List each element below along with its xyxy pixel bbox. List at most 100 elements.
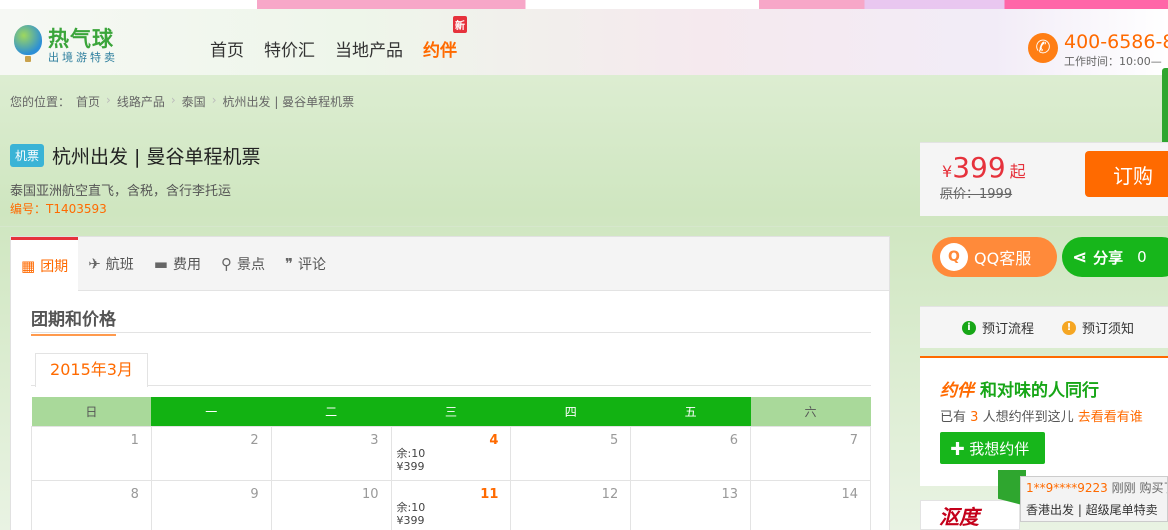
seats-remaining: 余:10 xyxy=(396,446,426,460)
divider xyxy=(0,226,1168,227)
weekday-header: 四 xyxy=(510,397,631,426)
plus-icon: ✚ xyxy=(950,440,966,458)
calendar-day: 13 xyxy=(630,479,752,530)
purchase-line: 1**9****9223 刚刚 购买了 xyxy=(1026,477,1167,499)
nav-item-home[interactable]: 首页 xyxy=(210,36,244,61)
wallet-icon: ▬ xyxy=(153,255,168,273)
warning-icon: ! xyxy=(1062,320,1077,335)
weekday-header: 五 xyxy=(630,397,751,426)
calendar-day: 9 xyxy=(150,479,272,530)
work-time: 工作时间：10:00— xyxy=(1064,55,1162,68)
product-title: 杭州出发 | 曼谷单程机票 xyxy=(52,146,261,168)
day-info: 余:10 ¥399 xyxy=(397,501,426,527)
penguin-icon: Q xyxy=(940,243,968,271)
booking-notice-bar: i 预订流程 ! 预订须知 xyxy=(920,306,1168,348)
chevron-right-icon: › xyxy=(211,93,217,107)
see-who-link[interactable]: 去看看有谁 xyxy=(1078,410,1143,425)
qq-service-label: QQ客服 xyxy=(974,249,1032,268)
yueban-box: 约伴 和对味的人同行 已有 3 人想约伴到这儿 去看看有谁 ✚ 我想约伴 xyxy=(920,356,1168,486)
breadcrumb-thailand[interactable]: 泰国 xyxy=(182,93,206,110)
booking-notes-link[interactable]: ! 预订须知 xyxy=(1062,318,1134,337)
tab-flight-label: 航班 xyxy=(105,257,134,273)
new-badge: 新 xyxy=(453,16,467,33)
logo[interactable]: 热气球 出境游特卖 xyxy=(12,23,142,73)
tab-attractions-label: 景点 xyxy=(236,257,265,273)
day-number: 2 xyxy=(250,432,259,448)
ad-thumbnail[interactable]: 沤度 xyxy=(920,500,1020,530)
yueban-line: 已有 3 人想约伴到这儿 去看看有谁 xyxy=(940,406,1143,425)
detail-tabs: ▦ 团期 ✈ 航班 ▬ 费用 ⚲ 景点 ❞ 评论 xyxy=(11,237,889,291)
calendar-day-available[interactable]: 11 余:10 ¥399 xyxy=(390,479,512,530)
buy-button[interactable]: 订购 xyxy=(1085,151,1168,197)
join-yueban-button[interactable]: ✚ 我想约伴 xyxy=(940,432,1045,464)
calendar-day: 2 xyxy=(150,425,272,481)
calendar-day: 14 xyxy=(750,479,871,530)
weekday-header: 日 xyxy=(31,397,152,426)
calendar-week-row: 1 2 3 4 余:10 ¥399 5 6 7 xyxy=(31,425,871,481)
nav-item-deals[interactable]: 特价汇 xyxy=(264,36,315,61)
price-currency: ¥ xyxy=(942,162,953,181)
booking-notes-label: 预订须知 xyxy=(1082,322,1135,337)
tab-reviews-label: 评论 xyxy=(298,257,327,273)
recent-purchase-notice[interactable]: 1**9****9223 刚刚 购买了 香港出发 | 超级尾单特卖 xyxy=(1020,476,1168,522)
day-price: ¥399 xyxy=(396,459,425,473)
location-pin-icon: ⚲ xyxy=(220,255,232,273)
nav-item-yueban-label: 约伴 xyxy=(423,41,457,61)
plane-icon: ✈ xyxy=(88,255,101,273)
tab-attractions[interactable]: ⚲ 景点 xyxy=(211,237,275,291)
day-number: 4 xyxy=(489,432,499,448)
original-price: 原价：1999 xyxy=(940,187,1013,202)
tab-schedule[interactable]: ▦ 团期 xyxy=(11,237,79,291)
calendar-weekday-row: 日 一 二 三 四 五 六 xyxy=(31,397,871,426)
tab-reviews[interactable]: ❞ 评论 xyxy=(275,237,336,291)
tab-schedule-label: 团期 xyxy=(40,258,69,275)
day-number: 14 xyxy=(841,486,858,502)
calendar-day: 10 xyxy=(270,479,392,530)
weekday-header: 三 xyxy=(391,397,511,426)
day-number: 1 xyxy=(130,432,139,448)
breadcrumb-home[interactable]: 首页 xyxy=(76,93,100,110)
chevron-right-icon: › xyxy=(170,93,176,107)
month-tab-2015-03[interactable]: 2015年3月 xyxy=(35,353,148,387)
purchase-action: 刚刚 购买了 xyxy=(1111,481,1167,495)
calendar-day: 8 xyxy=(31,479,152,530)
calendar-day: 3 xyxy=(270,425,392,481)
breadcrumb-current[interactable]: 杭州出发 | 曼谷单程机票 xyxy=(223,93,355,110)
top-banner-strip[interactable] xyxy=(0,0,1168,9)
share-icon: ⋖ xyxy=(1072,246,1088,268)
share-button[interactable]: ⋖ 分享 0 xyxy=(1062,237,1168,277)
balloon-logo-icon xyxy=(14,25,42,62)
day-price: ¥399 xyxy=(396,513,425,527)
day-number: 3 xyxy=(370,432,379,448)
purchaser-id: 1**9****9223 xyxy=(1026,481,1108,495)
booking-process-link[interactable]: i 预订流程 xyxy=(962,318,1034,337)
nav-item-local-products[interactable]: 当地产品 xyxy=(335,36,403,61)
category-tag: 机票 xyxy=(10,144,45,167)
logo-tagline: 出境游特卖 xyxy=(48,51,118,64)
day-number: 6 xyxy=(729,432,739,448)
seats-remaining: 余:10 xyxy=(396,500,426,514)
calendar-day: 1 xyxy=(31,425,152,481)
calendar-day-available[interactable]: 4 余:10 ¥399 xyxy=(390,425,512,481)
tab-flight[interactable]: ✈ 航班 xyxy=(78,237,144,291)
section-title: 团期和价格 xyxy=(31,305,871,336)
qq-service-button[interactable]: Q QQ客服 xyxy=(932,237,1057,277)
booking-process-label: 预订流程 xyxy=(982,322,1035,337)
calendar-day: 12 xyxy=(510,479,632,530)
nav-item-yueban[interactable]: 约伴 新 xyxy=(423,16,467,61)
yueban-count: 3 xyxy=(970,410,979,425)
join-yueban-label: 我想约伴 xyxy=(969,440,1030,458)
day-number: 12 xyxy=(601,486,619,502)
yueban-logo: 约伴 xyxy=(940,381,974,401)
price: ¥399 起 xyxy=(942,151,1026,184)
tab-fees[interactable]: ▬ 费用 xyxy=(144,237,211,291)
tab-fees-label: 费用 xyxy=(172,257,201,273)
breadcrumb-prefix: 您的位置： xyxy=(10,95,71,109)
purchased-item: 香港出发 | 超级尾单特卖 xyxy=(1026,503,1158,517)
breadcrumb-routes[interactable]: 线路产品 xyxy=(117,93,165,110)
day-number: 9 xyxy=(250,486,259,502)
price-box: ¥399 起 原价：1999 订购 xyxy=(920,142,1168,216)
header: 热气球 出境游特卖 首页 特价汇 当地产品 约伴 新 ✆ 400-6586-8 … xyxy=(0,9,1168,75)
month-tabs: 2015年3月 xyxy=(31,353,871,387)
calendar-day: 5 xyxy=(510,425,632,481)
